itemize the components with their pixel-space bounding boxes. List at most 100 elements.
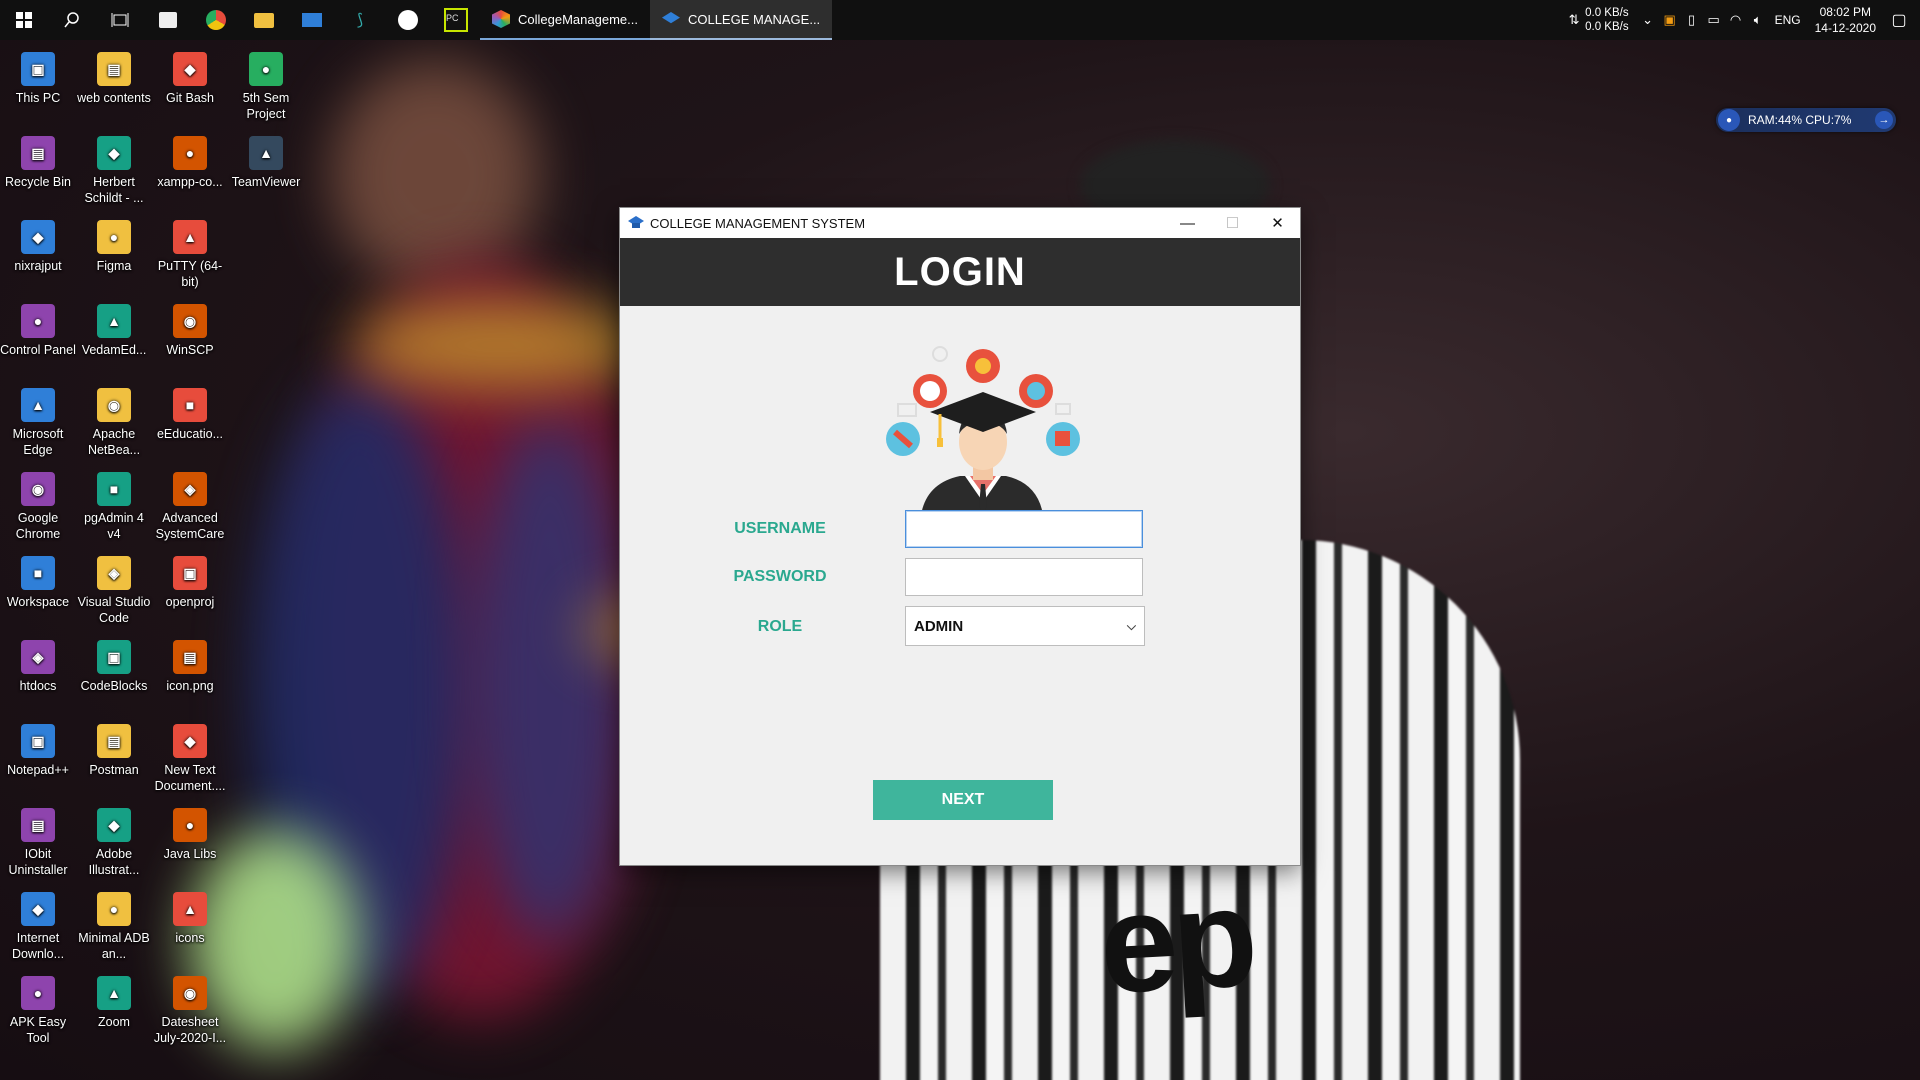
desktop-icon-label: Notepad++ bbox=[7, 763, 69, 777]
notifications-icon[interactable]: ▢ bbox=[1888, 10, 1910, 30]
desktop-icon[interactable]: ▤ icon.png bbox=[152, 632, 228, 694]
desktop-icon[interactable]: ● Figma bbox=[76, 212, 152, 274]
close-button[interactable]: ✕ bbox=[1255, 208, 1300, 238]
desktop-icon[interactable]: ◆ Adobe Illustrat... bbox=[76, 800, 152, 878]
desktop-icon[interactable]: ▣ openproj bbox=[152, 548, 228, 610]
desktop-icon-label: Java Libs bbox=[163, 847, 217, 861]
chevron-up-icon[interactable]: ⌄ bbox=[1637, 12, 1659, 28]
chrome-icon bbox=[206, 10, 226, 30]
desktop-icon[interactable]: ◉ Google Chrome bbox=[0, 464, 76, 542]
username-label: USERNAME bbox=[734, 520, 826, 537]
search-button[interactable] bbox=[48, 0, 96, 40]
mail-app[interactable] bbox=[288, 0, 336, 40]
wifi-icon[interactable]: ◠ bbox=[1725, 12, 1747, 28]
desktop-icon-label: Apache NetBea... bbox=[87, 427, 141, 457]
desktop-icon[interactable]: ◆ New Text Document.... bbox=[152, 716, 228, 794]
desktop-icon[interactable]: ▤ web contents bbox=[76, 44, 152, 106]
desktop-app-icon: ▤ bbox=[97, 52, 131, 86]
next-button[interactable]: NEXT bbox=[873, 780, 1053, 820]
desktop-icon[interactable]: ▤ Recycle Bin bbox=[0, 128, 76, 190]
pycharm-icon: PC bbox=[444, 8, 468, 32]
taskbar-app-college-2[interactable]: COLLEGE MANAGE... bbox=[649, 0, 833, 40]
desktop-icon[interactable]: ▤ Postman bbox=[76, 716, 152, 778]
desktop-icon[interactable]: ◆ Git Bash bbox=[152, 44, 228, 106]
predator-app[interactable]: ⟆ bbox=[336, 0, 384, 40]
pycharm-app[interactable]: PC bbox=[432, 0, 480, 40]
desktop-icon[interactable]: ▲ TeamViewer bbox=[228, 128, 304, 190]
desktop-icon[interactable]: ◈ Advanced SystemCare bbox=[152, 464, 228, 542]
desktop-icon[interactable]: ▣ CodeBlocks bbox=[76, 632, 152, 694]
windows-icon bbox=[16, 12, 32, 28]
desktop-icon[interactable]: ● 5th Sem Project bbox=[228, 44, 304, 122]
desktop-icon[interactable]: ◉ WinSCP bbox=[152, 296, 228, 358]
desktop-icon[interactable]: ◉ Apache NetBea... bbox=[76, 380, 152, 458]
store-app[interactable] bbox=[144, 0, 192, 40]
desktop-icon[interactable]: ◆ Internet Downlo... bbox=[0, 884, 76, 962]
network-speed: 0.0 KB/s 0.0 KB/s bbox=[1585, 7, 1629, 33]
chrome-app[interactable] bbox=[192, 0, 240, 40]
tray-device-icon[interactable]: ▯ bbox=[1681, 12, 1703, 28]
password-input[interactable] bbox=[905, 558, 1143, 596]
desktop-icon-label: VedamEd... bbox=[81, 343, 147, 357]
desktop-app-icon: ● bbox=[249, 52, 283, 86]
desktop-icon-label: Advanced SystemCare bbox=[155, 511, 225, 541]
desktop-icon-label: IObit Uninstaller bbox=[8, 847, 68, 877]
desktop-icon-label: Microsoft Edge bbox=[12, 427, 64, 457]
task-view-button[interactable] bbox=[96, 0, 144, 40]
start-button[interactable] bbox=[0, 0, 48, 40]
arrow-right-icon[interactable]: → bbox=[1875, 111, 1893, 129]
role-select[interactable]: ADMIN ⌵ bbox=[905, 606, 1145, 646]
app-circle[interactable] bbox=[384, 0, 432, 40]
role-label: ROLE bbox=[757, 618, 803, 635]
rocket-icon: ● bbox=[1718, 109, 1740, 131]
desktop-icon[interactable]: ◉ Datesheet July-2020-I... bbox=[152, 968, 228, 1046]
desktop-icon-label: Recycle Bin bbox=[5, 175, 71, 189]
minimize-button[interactable]: — bbox=[1165, 208, 1210, 238]
desktop-icon[interactable]: ◈ htdocs bbox=[0, 632, 76, 694]
desktop-icon[interactable]: ● Control Panel bbox=[0, 296, 76, 358]
desktop-app-icon: ▤ bbox=[21, 808, 55, 842]
desktop-icon-label: openproj bbox=[165, 595, 215, 609]
desktop-icon-label: Git Bash bbox=[166, 91, 214, 105]
desktop-app-icon: ▲ bbox=[21, 388, 55, 422]
desktop-icon[interactable]: ▲ VedamEd... bbox=[76, 296, 152, 358]
desktop-app-icon: ▣ bbox=[97, 640, 131, 674]
desktop-icon[interactable]: ▲ PuTTY (64-bit) bbox=[152, 212, 228, 290]
desktop-icon[interactable]: ◈ Visual Studio Code bbox=[76, 548, 152, 626]
desktop-icon[interactable]: ■ eEducatio... bbox=[152, 380, 228, 442]
task-view-icon bbox=[111, 13, 129, 27]
desktop-icon[interactable]: ▲ Zoom bbox=[76, 968, 152, 1030]
desktop-app-icon: ◆ bbox=[21, 892, 55, 926]
language-indicator[interactable]: ENG bbox=[1775, 13, 1801, 27]
desktop-icon[interactable]: ■ pgAdmin 4 v4 bbox=[76, 464, 152, 542]
window-titlebar: COLLEGE MANAGEMENT SYSTEM — ☐ ✕ bbox=[620, 208, 1300, 238]
desktop-icon[interactable]: ▣ Notepad++ bbox=[0, 716, 76, 778]
desktop-icon[interactable]: ▣ This PC bbox=[0, 44, 76, 106]
desktop-icon[interactable]: ◆ nixrajput bbox=[0, 212, 76, 274]
file-explorer-app[interactable] bbox=[240, 0, 288, 40]
desktop-icon[interactable]: ▲ Microsoft Edge bbox=[0, 380, 76, 458]
desktop-icon[interactable]: ● Minimal ADB an... bbox=[76, 884, 152, 962]
desktop-icon-label: icons bbox=[175, 931, 205, 945]
desktop-icon[interactable]: ■ Workspace bbox=[0, 548, 76, 610]
ram-cpu-text: RAM:44% CPU:7% bbox=[1748, 113, 1852, 127]
password-label: PASSWORD bbox=[733, 568, 827, 585]
desktop-icon-label: New Text Document.... bbox=[154, 763, 226, 793]
tray-app-icon[interactable]: ▣ bbox=[1659, 12, 1681, 28]
desktop-icon[interactable]: ● Java Libs bbox=[152, 800, 228, 862]
desktop-icon[interactable]: ▲ icons bbox=[152, 884, 228, 946]
battery-icon[interactable]: ▭ bbox=[1703, 12, 1725, 28]
username-input[interactable] bbox=[905, 510, 1143, 548]
volume-icon[interactable]: 🔈︎ bbox=[1747, 12, 1769, 28]
chevron-down-icon: ⌵ bbox=[1126, 618, 1136, 633]
desktop-icon[interactable]: ● APK Easy Tool bbox=[0, 968, 76, 1046]
desktop-icon-label: Datesheet July-2020-I... bbox=[153, 1015, 227, 1045]
desktop-icon-label: nixrajput bbox=[14, 259, 62, 273]
clock[interactable]: 08:02 PM 14-12-2020 bbox=[1815, 4, 1876, 36]
desktop-icon[interactable]: ▤ IObit Uninstaller bbox=[0, 800, 76, 878]
maximize-button[interactable]: ☐ bbox=[1210, 208, 1255, 238]
taskbar-app-college-1[interactable]: CollegeManageme... bbox=[480, 0, 650, 40]
desktop-icon[interactable]: ◆ Herbert Schildt - ... bbox=[76, 128, 152, 206]
ram-cpu-widget[interactable]: ● RAM:44% CPU:7% → bbox=[1716, 108, 1896, 132]
desktop-icon[interactable]: ● xampp-co... bbox=[152, 128, 228, 190]
